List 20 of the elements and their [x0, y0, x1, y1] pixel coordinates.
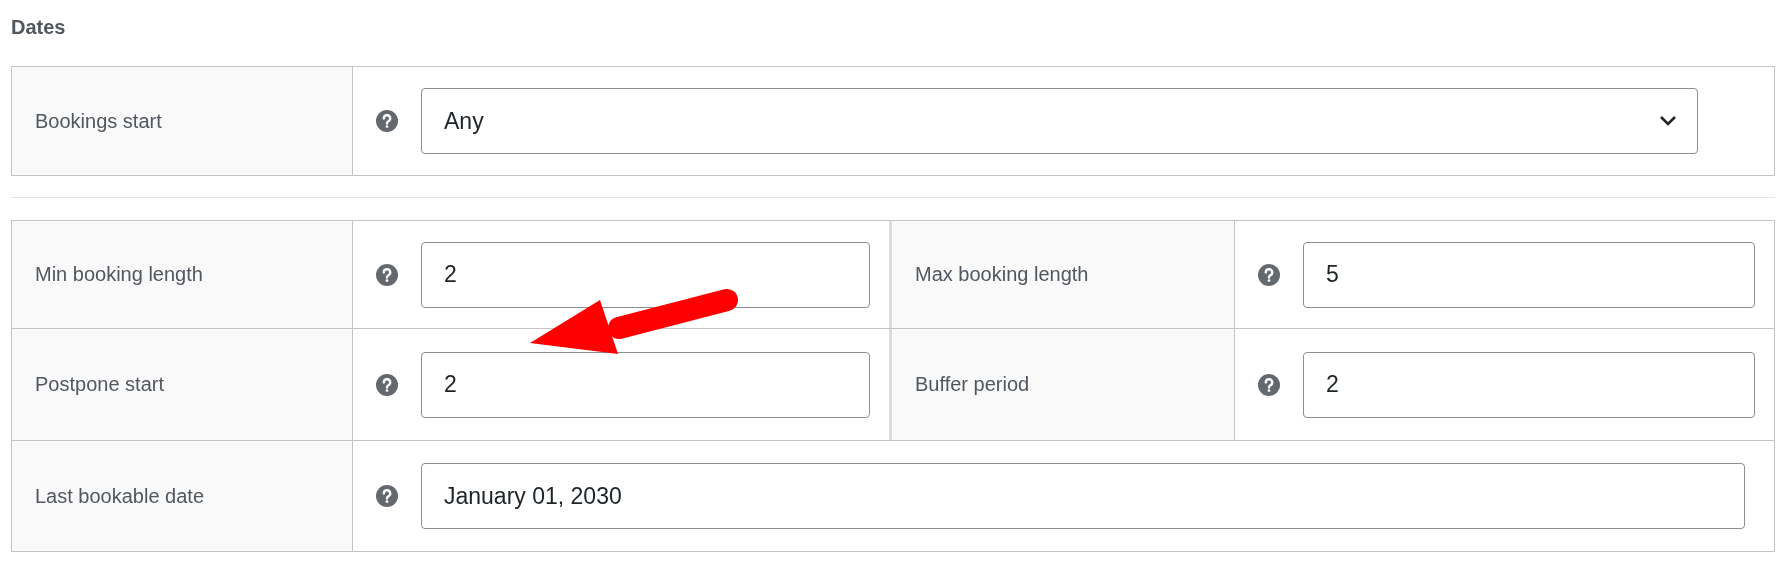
- help-icon[interactable]: [376, 485, 398, 507]
- input-field[interactable]: 2: [421, 351, 870, 418]
- input-field[interactable]: 5: [1303, 241, 1755, 308]
- help-icon[interactable]: [376, 373, 398, 396]
- input-field[interactable]: 2: [1303, 351, 1755, 418]
- select-dropdown[interactable]: Any: [421, 88, 1698, 154]
- field-label: Min booking length: [35, 263, 203, 286]
- field-label: Bookings start: [35, 109, 162, 133]
- section-title: Dates: [11, 17, 67, 37]
- help-icon[interactable]: [1258, 263, 1280, 286]
- field-label: Buffer period: [915, 373, 1030, 396]
- input-field[interactable]: 2: [421, 241, 870, 308]
- chevron-down-icon: [1659, 115, 1677, 127]
- field-label: Last bookable date: [35, 484, 205, 508]
- field-label: Max booking length: [915, 263, 1089, 286]
- help-icon[interactable]: [1258, 373, 1280, 396]
- help-icon[interactable]: [376, 110, 398, 132]
- input-field[interactable]: January 01, 2030: [421, 463, 1745, 529]
- help-icon[interactable]: [376, 263, 398, 286]
- field-label: Postpone start: [35, 373, 164, 396]
